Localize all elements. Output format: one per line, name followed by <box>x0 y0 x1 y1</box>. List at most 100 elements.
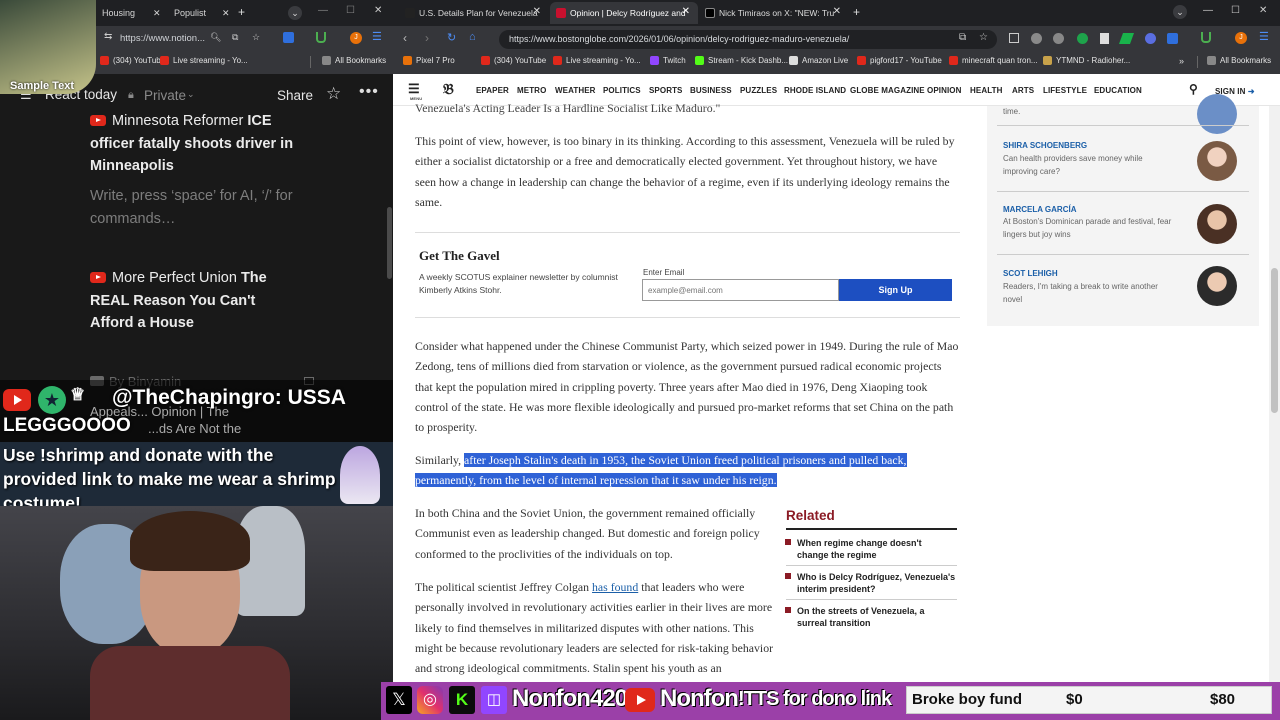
maximize-icon[interactable]: ☐ <box>1231 5 1240 16</box>
lab-icon[interactable] <box>316 32 326 43</box>
lab-icon[interactable] <box>1201 32 1211 43</box>
nav-arts[interactable]: ARTS <box>1012 86 1034 95</box>
bookmark-pigford[interactable]: pigford17 - YouTube <box>857 56 942 65</box>
extension-icon[interactable] <box>1145 33 1156 44</box>
close-icon[interactable]: ✕ <box>533 6 541 17</box>
more-bookmarks-icon[interactable]: » <box>1179 56 1184 66</box>
nav-weather[interactable]: WEATHER <box>555 86 596 95</box>
reload-icon[interactable]: ↻ <box>447 31 456 44</box>
hamburger-icon[interactable]: ☰ <box>408 81 420 97</box>
new-tab-icon[interactable]: + <box>853 5 860 19</box>
url-field[interactable]: https://www.notion... <box>120 30 290 48</box>
close-window-icon[interactable]: ✕ <box>374 5 382 16</box>
bookmark-live-streaming[interactable]: Live streaming - Yo... <box>160 56 248 65</box>
nav-sports[interactable]: SPORTS <box>649 86 683 95</box>
menu-icon[interactable]: ☰ <box>1259 30 1269 43</box>
list-item[interactable]: Minnesota Reformer ICE officer fatally s… <box>90 110 300 178</box>
nav-lifestyle[interactable]: LIFESTYLE <box>1043 86 1087 95</box>
bookmark-amazon-live[interactable]: Amazon Live <box>789 56 848 65</box>
tab-housing[interactable]: Housing ✕ <box>96 3 161 23</box>
bookmark-ytmnd[interactable]: YTMND - Radioher... <box>1043 56 1130 65</box>
related-item[interactable]: Who is Delcy Rodríguez, Venezuela's inte… <box>785 571 957 595</box>
tab-search-icon[interactable]: ⌄ <box>288 6 302 20</box>
columnist-avatar[interactable] <box>1197 141 1237 181</box>
block-placeholder[interactable]: Write, press ‘space’ for AI, ‘/’ for com… <box>90 185 295 230</box>
bookmark-star-icon[interactable]: ☆ <box>252 32 260 43</box>
back-icon[interactable]: ‹ <box>403 31 407 45</box>
share-button[interactable]: Share <box>277 88 313 103</box>
bookmark-all[interactable]: All Bookmarks <box>1207 56 1271 65</box>
tab-us-details[interactable]: U.S. Details Plan for Venezuela ✕ <box>399 2 549 24</box>
close-icon[interactable]: ✕ <box>833 6 841 17</box>
columnist-desc[interactable]: Readers, I'm taking a break to write ano… <box>1003 281 1178 306</box>
site-info-icon[interactable]: ⇆ <box>104 31 112 42</box>
bookmark-star-icon[interactable]: ☆ <box>979 32 988 43</box>
scrollbar-thumb[interactable] <box>1271 268 1278 413</box>
text-selection[interactable]: after Joseph Stalin's death in 1953, the… <box>415 453 907 488</box>
install-icon[interactable]: ⧉ <box>959 32 966 43</box>
related-item[interactable]: On the streets of Venezuela, a surreal t… <box>785 605 957 629</box>
nav-politics[interactable]: POLITICS <box>603 86 641 95</box>
zoom-icon[interactable]: 🔍︎ <box>210 32 221 43</box>
new-tab-icon[interactable]: + <box>238 5 245 19</box>
privacy-label[interactable]: Private <box>144 88 186 103</box>
email-field[interactable] <box>642 279 839 301</box>
bookmark-kick[interactable]: Stream - Kick Dashb... <box>695 56 788 65</box>
columnist-desc[interactable]: At Boston's Dominican parade and festiva… <box>1003 216 1178 241</box>
nav-puzzles[interactable]: PUZZLES <box>740 86 777 95</box>
chevron-down-icon[interactable]: ⌄ <box>187 89 195 100</box>
close-icon[interactable]: ✕ <box>153 8 161 19</box>
extension-icon[interactable] <box>1077 33 1088 44</box>
url-field[interactable]: https://www.bostonglobe.com/2026/01/06/o… <box>499 30 997 49</box>
extension-icon[interactable] <box>1167 33 1178 44</box>
bookmark-youtube[interactable]: (304) YouTube <box>100 56 165 65</box>
profile-avatar[interactable]: J <box>1235 32 1247 44</box>
home-icon[interactable]: ⌂ <box>469 31 476 43</box>
nav-globe-magazine[interactable]: GLOBE MAGAZINE <box>850 86 925 95</box>
related-item[interactable]: When regime change doesn't change the re… <box>785 537 952 561</box>
columnist-desc[interactable]: Can health providers save money while im… <box>1003 153 1178 178</box>
close-icon[interactable]: ✕ <box>682 6 690 17</box>
list-item[interactable]: More Perfect Union The REAL Reason You C… <box>90 267 300 335</box>
favorite-star-icon[interactable]: ☆ <box>326 84 341 104</box>
maximize-icon[interactable]: ☐ <box>346 5 355 16</box>
nav-rhode-island[interactable]: RHODE ISLAND <box>784 86 846 95</box>
columnist-avatar[interactable] <box>1197 94 1237 134</box>
nav-opinion[interactable]: OPINION <box>927 86 961 95</box>
bookmark-youtube[interactable]: (304) YouTube <box>481 56 546 65</box>
close-icon[interactable]: ✕ <box>222 8 230 19</box>
search-icon[interactable]: ⚲ <box>1189 82 1198 96</box>
profile-avatar[interactable]: J <box>350 32 362 44</box>
tab-search-icon[interactable]: ⌄ <box>1173 5 1187 19</box>
columnist-name[interactable]: MARCELA GARCÍA <box>1003 205 1076 214</box>
minimize-icon[interactable]: — <box>1203 5 1213 16</box>
has-found-link[interactable]: has found <box>592 580 638 594</box>
nav-metro[interactable]: METRO <box>517 86 546 95</box>
menu-icon[interactable]: ☰ <box>372 30 382 43</box>
nav-health[interactable]: HEALTH <box>970 86 1002 95</box>
more-options-icon[interactable]: ••• <box>359 83 379 101</box>
extension-icon[interactable] <box>1031 33 1042 44</box>
extension-icon[interactable] <box>283 32 294 43</box>
forward-icon[interactable]: › <box>425 31 429 45</box>
extension-icon[interactable] <box>1100 33 1109 44</box>
tab-populist[interactable]: Populist ✕ <box>168 3 230 23</box>
bookmark-live-streaming[interactable]: Live streaming - Yo... <box>553 56 641 65</box>
columnist-avatar[interactable] <box>1197 266 1237 306</box>
scrollbar[interactable] <box>387 207 392 279</box>
bookmark-minecraft[interactable]: minecraft quan tron... <box>949 56 1038 65</box>
columnist-name[interactable]: SCOT LEHIGH <box>1003 269 1058 278</box>
columnist-avatar[interactable] <box>1197 204 1237 244</box>
close-window-icon[interactable]: ✕ <box>1259 5 1267 16</box>
nav-education[interactable]: EDUCATION <box>1094 86 1142 95</box>
tab-nick-timiraos[interactable]: Nick Timiraos on X: "NEW: Tru ✕ <box>699 2 849 24</box>
nav-business[interactable]: BUSINESS <box>690 86 732 95</box>
extension-icon[interactable] <box>1009 33 1019 43</box>
minimize-icon[interactable]: — <box>318 5 328 16</box>
bookmark-all[interactable]: All Bookmarks <box>322 56 386 65</box>
globe-logo-icon[interactable]: 𝔅 <box>443 81 454 99</box>
signup-button[interactable]: Sign Up <box>839 279 952 301</box>
columnist-name[interactable]: SHIRA SCHOENBERG <box>1003 141 1087 150</box>
bookmark-pixel[interactable]: Pixel 7 Pro <box>403 56 455 65</box>
tab-opinion-delcy[interactable]: Opinion | Delcy Rodríguez and ✕ <box>550 2 698 24</box>
